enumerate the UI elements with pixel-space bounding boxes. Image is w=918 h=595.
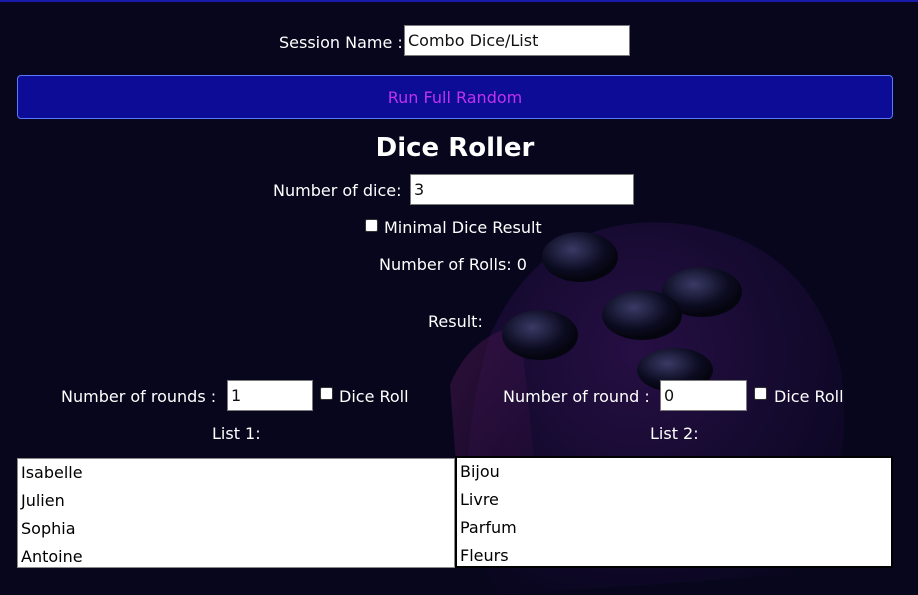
list-item[interactable]: Parfum (457, 514, 891, 542)
list1-listbox[interactable]: Isabelle Julien Sophia Antoine (17, 458, 455, 568)
list2-rounds-label: Number of round : (503, 387, 650, 406)
minimal-dice-result-label: Minimal Dice Result (384, 218, 542, 237)
list2-dice-roll-checkbox[interactable] (754, 387, 767, 400)
session-name-label: Session Name : (279, 33, 403, 52)
list1-rounds-label: Number of rounds : (61, 387, 217, 406)
session-name-input[interactable] (404, 25, 630, 56)
number-of-dice-input[interactable] (410, 174, 634, 205)
list2-listbox[interactable]: Bijou Livre Parfum Fleurs (455, 456, 893, 568)
list-item[interactable]: Julien (18, 487, 454, 515)
minimal-dice-result-checkbox[interactable] (365, 219, 378, 232)
list1-dice-roll-label: Dice Roll (339, 387, 409, 406)
run-full-random-button[interactable]: Run Full Random (17, 75, 893, 119)
list2-rounds-input[interactable] (660, 380, 747, 411)
list-item[interactable]: Bijou (457, 458, 891, 486)
list-item[interactable]: Isabelle (18, 459, 454, 487)
list1-dice-roll-checkbox[interactable] (320, 387, 333, 400)
list-item[interactable]: Antoine (18, 543, 454, 567)
number-of-dice-label: Number of dice: (273, 181, 402, 200)
list2-title: List 2: (650, 424, 699, 443)
dice-roller-title: Dice Roller (375, 133, 535, 163)
result-label: Result: (428, 312, 483, 331)
list-item[interactable]: Fleurs (457, 542, 891, 566)
number-of-rolls-text: Number of Rolls: 0 (379, 255, 527, 274)
list-item[interactable]: Livre (457, 486, 891, 514)
list-item[interactable]: Sophia (18, 515, 454, 543)
list1-title: List 1: (212, 424, 261, 443)
list2-dice-roll-label: Dice Roll (774, 387, 844, 406)
list1-rounds-input[interactable] (227, 380, 313, 411)
